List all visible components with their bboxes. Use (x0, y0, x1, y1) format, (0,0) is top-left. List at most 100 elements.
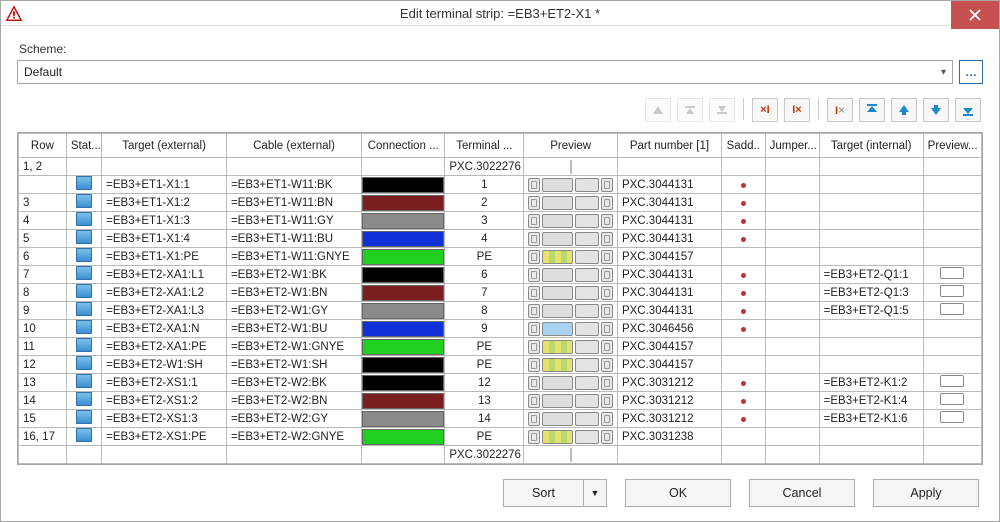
jumper-cell[interactable] (765, 248, 819, 266)
connection-cell[interactable] (362, 194, 445, 212)
col-connection[interactable]: Connection ... (362, 134, 445, 158)
cancel-button[interactable]: Cancel (749, 479, 855, 507)
target-int-cell[interactable]: =EB3+ET2-Q1:5 (819, 302, 923, 320)
target-int-cell[interactable]: =EB3+ET2-K1:4 (819, 392, 923, 410)
move-first-button[interactable] (859, 98, 885, 122)
table-row[interactable]: 15=EB3+ET2-XS1:3=EB3+ET2-W2:GY14PXC.3031… (19, 410, 982, 428)
col-status[interactable]: Stat... (66, 134, 101, 158)
saddle-cell[interactable] (721, 428, 765, 446)
table-row[interactable]: 16, 17=EB3+ET2-XS1:PE=EB3+ET2-W2:GNYEPEP… (19, 428, 982, 446)
cable-ext-cell[interactable]: =EB3+ET2-W1:GY (226, 302, 361, 320)
target-ext-cell[interactable]: =EB3+ET1-X1:4 (102, 230, 227, 248)
jumper-cell[interactable] (765, 266, 819, 284)
part-cell[interactable]: PXC.3046456 (617, 320, 721, 338)
target-ext-cell[interactable]: =EB3+ET2-XA1:PE (102, 338, 227, 356)
connection-cell[interactable] (362, 176, 445, 194)
move-up-button[interactable] (891, 98, 917, 122)
cable-ext-cell[interactable]: =EB3+ET2-W2:GY (226, 410, 361, 428)
jumper-cell[interactable] (765, 374, 819, 392)
terminal-cell[interactable]: 2 (445, 194, 524, 212)
scheme-select[interactable]: Default ▾ (17, 60, 953, 84)
preview2-cell[interactable] (923, 266, 981, 284)
part-cell[interactable]: PXC.3044157 (617, 356, 721, 374)
row-header[interactable] (19, 176, 67, 194)
target-ext-cell[interactable]: =EB3+ET2-XS1:2 (102, 392, 227, 410)
connection-cell[interactable] (362, 284, 445, 302)
connection-cell[interactable] (362, 266, 445, 284)
preview2-cell[interactable] (923, 392, 981, 410)
status-cell[interactable] (66, 374, 101, 392)
status-cell[interactable] (66, 320, 101, 338)
saddle-cell[interactable] (721, 212, 765, 230)
connection-cell[interactable] (362, 320, 445, 338)
terminal-grid[interactable]: Row Stat... Target (external) Cable (ext… (17, 132, 983, 465)
cable-ext-cell[interactable]: =EB3+ET2-W1:GNYE (226, 338, 361, 356)
terminal-cell[interactable]: PXC.3022276 (445, 158, 524, 176)
scheme-browse-button[interactable]: … (959, 60, 983, 84)
part-cell[interactable] (617, 158, 721, 176)
preview2-cell[interactable] (923, 374, 981, 392)
saddle-cell[interactable] (721, 410, 765, 428)
row-header[interactable]: 15 (19, 410, 67, 428)
row-header[interactable]: 1, 2 (19, 158, 67, 176)
saddle-cell[interactable] (721, 338, 765, 356)
part-cell[interactable]: PXC.3031212 (617, 410, 721, 428)
target-int-cell[interactable] (819, 158, 923, 176)
col-preview[interactable]: Preview (524, 134, 618, 158)
preview-cell[interactable] (524, 446, 618, 464)
col-target-external[interactable]: Target (external) (102, 134, 227, 158)
preview-cell[interactable] (524, 428, 618, 446)
preview2-cell[interactable] (923, 248, 981, 266)
status-cell[interactable] (66, 356, 101, 374)
preview2-cell[interactable] (923, 158, 981, 176)
target-int-cell[interactable] (819, 320, 923, 338)
saddle-cell[interactable] (721, 446, 765, 464)
preview2-cell[interactable] (923, 356, 981, 374)
table-row[interactable]: 6=EB3+ET1-X1:PE=EB3+ET1-W11:GNYEPEPXC.30… (19, 248, 982, 266)
preview-cell[interactable] (524, 374, 618, 392)
col-row[interactable]: Row (19, 134, 67, 158)
part-cell[interactable]: PXC.3044157 (617, 338, 721, 356)
target-ext-cell[interactable]: =EB3+ET2-W1:SH (102, 356, 227, 374)
row-header[interactable]: 16, 17 (19, 428, 67, 446)
terminal-cell[interactable]: 9 (445, 320, 524, 338)
target-int-cell[interactable] (819, 428, 923, 446)
col-part-number[interactable]: Part number [1] (617, 134, 721, 158)
preview-cell[interactable] (524, 320, 618, 338)
connection-cell[interactable] (362, 446, 445, 464)
cable-ext-cell[interactable]: =EB3+ET1-W11:GY (226, 212, 361, 230)
table-row[interactable]: 4=EB3+ET1-X1:3=EB3+ET1-W11:GY3PXC.304413… (19, 212, 982, 230)
preview-cell[interactable] (524, 392, 618, 410)
preview-cell[interactable] (524, 176, 618, 194)
saddle-cell[interactable] (721, 194, 765, 212)
table-row[interactable]: =EB3+ET1-X1:1=EB3+ET1-W11:BK1PXC.3044131 (19, 176, 982, 194)
status-cell[interactable] (66, 410, 101, 428)
jumper-cell[interactable] (765, 284, 819, 302)
status-cell[interactable] (66, 248, 101, 266)
target-int-cell[interactable] (819, 212, 923, 230)
delete-right-button[interactable]: I× (784, 98, 810, 122)
cable-ext-cell[interactable]: =EB3+ET1-W11:BN (226, 194, 361, 212)
row-header[interactable]: 14 (19, 392, 67, 410)
table-row[interactable]: 5=EB3+ET1-X1:4=EB3+ET1-W11:BU4PXC.304413… (19, 230, 982, 248)
row-header[interactable]: 13 (19, 374, 67, 392)
jumper-cell[interactable] (765, 410, 819, 428)
terminal-cell[interactable]: 12 (445, 374, 524, 392)
table-row[interactable]: 1, 2 PXC.3022276 (19, 158, 982, 176)
target-ext-cell[interactable]: =EB3+ET2-XS1:1 (102, 374, 227, 392)
cable-ext-cell[interactable]: =EB3+ET2-W1:BU (226, 320, 361, 338)
move-down-button[interactable] (923, 98, 949, 122)
connection-cell[interactable] (362, 374, 445, 392)
cable-ext-cell[interactable]: =EB3+ET1-W11:BU (226, 230, 361, 248)
target-int-cell[interactable]: =EB3+ET2-Q1:3 (819, 284, 923, 302)
saddle-cell[interactable] (721, 266, 765, 284)
jumper-cell[interactable] (765, 212, 819, 230)
target-int-cell[interactable]: =EB3+ET2-K1:2 (819, 374, 923, 392)
preview-cell[interactable] (524, 194, 618, 212)
cable-ext-cell[interactable]: =EB3+ET2-W2:BN (226, 392, 361, 410)
terminal-cell[interactable]: 4 (445, 230, 524, 248)
table-row[interactable]: 12=EB3+ET2-W1:SH=EB3+ET2-W1:SHPEPXC.3044… (19, 356, 982, 374)
target-ext-cell[interactable]: =EB3+ET2-XS1:PE (102, 428, 227, 446)
target-ext-cell[interactable] (102, 158, 227, 176)
target-ext-cell[interactable]: =EB3+ET1-X1:3 (102, 212, 227, 230)
